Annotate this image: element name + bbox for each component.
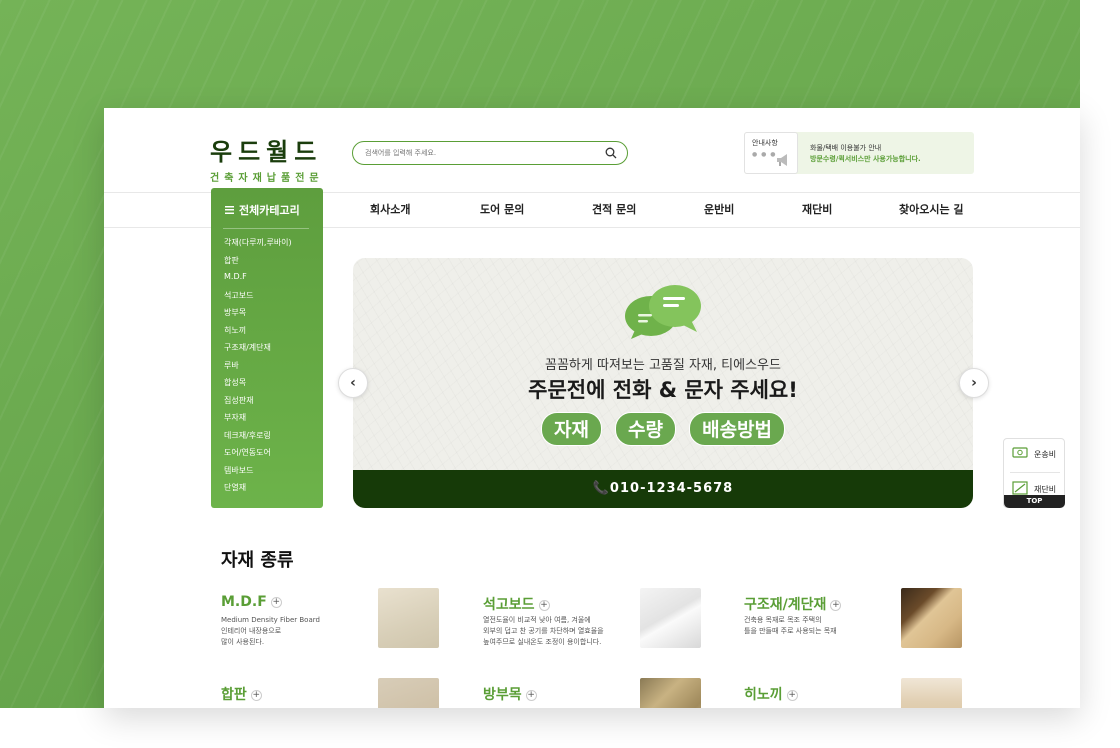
category-item[interactable]: 석고보드 xyxy=(224,290,292,308)
category-item[interactable]: 도어/연동도어 xyxy=(224,447,292,465)
notice-line-2: 방문수령/퀵서비스만 사용가능합니다. xyxy=(810,155,921,163)
material-desc: 열전도율이 비교적 낮아 여름, 겨울에 외부의 덥고 찬 공기를 차단하며 열… xyxy=(483,616,604,646)
material-title: 구조재/계단재 + xyxy=(744,594,842,614)
material-desc: Medium Density Fiber Board 인테리어 내장용으로 많이… xyxy=(221,616,320,646)
material-card-structural[interactable]: 구조재/계단재 + 건축용 목재로 목조 주택의 틀을 만들때 주로 사용되는 목… xyxy=(744,588,994,658)
material-card-treated-wood[interactable]: 방부목 + xyxy=(483,678,733,708)
logo[interactable]: 우드월드 건축자재납품전문 xyxy=(210,132,324,184)
material-title: 방부목 + xyxy=(483,684,537,704)
materials-section-title: 자재 종류 xyxy=(221,550,294,571)
notice-box-title: 안내사항 xyxy=(752,139,778,147)
category-item[interactable]: 집성판재 xyxy=(224,395,292,413)
category-item[interactable]: 루바 xyxy=(224,360,292,378)
quick-item-label: 운송비 xyxy=(1034,450,1057,459)
pill-material: 자재 xyxy=(540,412,602,446)
main-nav: 회사소개 도어 문의 견적 문의 운반비 재단비 찾아오시는 길 xyxy=(336,201,986,221)
search-input[interactable] xyxy=(365,145,595,161)
material-title: 히노끼 + xyxy=(744,684,798,704)
material-name: M.D.F xyxy=(221,594,267,610)
category-item[interactable]: 합판 xyxy=(224,255,292,273)
material-card-hinoki[interactable]: 히노끼 + xyxy=(744,678,994,708)
nav-item-cutting-fee[interactable]: 재단비 xyxy=(802,201,832,217)
bottom-margin xyxy=(0,708,1120,748)
notice-line-1: 화물/택배 이용불가 안내 xyxy=(810,144,882,152)
notice-box: 안내사항 ● ● ● xyxy=(744,132,798,174)
material-image xyxy=(378,588,439,648)
category-item[interactable]: 합성목 xyxy=(224,377,292,395)
search-icon[interactable] xyxy=(605,147,617,159)
material-image xyxy=(640,678,701,708)
logo-tagline: 건축자재납품전문 xyxy=(210,173,324,184)
menu-icon xyxy=(225,206,234,214)
money-icon xyxy=(1012,447,1028,458)
megaphone-icon xyxy=(777,154,787,166)
pill-delivery: 배송방법 xyxy=(689,412,786,446)
category-item[interactable]: 히노끼 xyxy=(224,325,292,343)
scroll-top-button[interactable]: TOP xyxy=(1004,495,1065,508)
category-sidebar: 전체카테고리 각재(다루끼,루바이) 합판 M.D.F 석고보드 방부목 히노끼… xyxy=(211,188,323,508)
plus-icon[interactable]: + xyxy=(250,690,262,701)
category-item[interactable]: 데크재/후로링 xyxy=(224,430,292,448)
material-image xyxy=(901,678,962,708)
category-divider xyxy=(223,228,309,229)
material-image xyxy=(640,588,701,648)
category-item[interactable]: 템바보드 xyxy=(224,465,292,483)
material-title: 석고보드 + xyxy=(483,594,550,614)
banner-prev-button[interactable]: ‹ xyxy=(338,368,368,398)
banner-subtitle: 꼼꼼하게 따져보는 고품질 자재, 티에스우드 xyxy=(545,358,781,373)
plus-icon[interactable]: + xyxy=(525,690,537,701)
chat-bubble-icon xyxy=(625,285,701,339)
category-item[interactable]: 각재(다루끼,루바이) xyxy=(224,237,292,255)
material-title: 합판 + xyxy=(221,684,262,704)
material-card-mdf[interactable]: M.D.F + Medium Density Fiber Board 인테리어 내… xyxy=(221,588,471,658)
quick-item-delivery-fee[interactable]: 운송비 xyxy=(1010,443,1062,465)
material-title: M.D.F + xyxy=(221,594,282,610)
category-list: 각재(다루끼,루바이) 합판 M.D.F 석고보드 방부목 히노끼 구조재/계단… xyxy=(224,237,292,500)
plus-icon[interactable]: + xyxy=(786,690,798,701)
category-title: 전체카테고리 xyxy=(239,204,300,217)
material-name: 방부목 xyxy=(483,687,522,703)
search-bar xyxy=(352,141,628,165)
page-frame: 우드월드 건축자재납품전문 안내사항 ● ● ● 화물/택배 이용불가 안내 방… xyxy=(104,108,1080,708)
banner-pills: 자재 수량 배송방법 xyxy=(353,412,973,446)
plus-icon[interactable]: + xyxy=(270,597,282,608)
category-item[interactable]: 방부목 xyxy=(224,307,292,325)
pill-quantity: 수량 xyxy=(615,412,676,446)
nav-item-delivery-fee[interactable]: 운반비 xyxy=(704,201,734,217)
plus-icon[interactable]: + xyxy=(538,600,550,611)
category-item[interactable]: 구조재/계단재 xyxy=(224,342,292,360)
nav-item-estimate-inquiry[interactable]: 견적 문의 xyxy=(592,201,636,217)
quick-divider xyxy=(1010,472,1060,473)
logo-name: 우드월드 xyxy=(210,138,323,166)
notice-dots: ● ● ● xyxy=(752,151,777,158)
material-image xyxy=(901,588,962,648)
nav-item-company[interactable]: 회사소개 xyxy=(370,201,410,217)
material-name: 합판 xyxy=(221,687,247,703)
material-name: 히노끼 xyxy=(744,687,783,703)
ruler-icon xyxy=(1012,481,1028,495)
material-card-gypsum[interactable]: 석고보드 + 열전도율이 비교적 낮아 여름, 겨울에 외부의 덥고 찬 공기를 … xyxy=(483,588,733,658)
category-item[interactable]: 단열재 xyxy=(224,482,292,500)
notice-banner[interactable]: 안내사항 ● ● ● 화물/택배 이용불가 안내 방문수령/퀵서비스만 사용가능… xyxy=(744,132,974,174)
quick-item-label: 재단비 xyxy=(1034,485,1057,494)
material-desc: 건축용 목재로 목조 주택의 틀을 만들때 주로 사용되는 목재 xyxy=(744,616,837,635)
material-name: 석고보드 xyxy=(483,597,535,613)
material-image xyxy=(378,678,439,708)
material-card-plywood[interactable]: 합판 + xyxy=(221,678,471,708)
material-name: 구조재/계단재 xyxy=(744,597,827,613)
nav-item-directions[interactable]: 찾아오시는 길 xyxy=(899,201,964,217)
category-item[interactable]: 부자재 xyxy=(224,412,292,430)
phone-bar[interactable]: 📞010-1234-5678 xyxy=(353,470,973,508)
nav-item-door-inquiry[interactable]: 도어 문의 xyxy=(480,201,524,217)
category-header[interactable]: 전체카테고리 xyxy=(211,188,323,228)
plus-icon[interactable]: + xyxy=(830,600,842,611)
banner-next-button[interactable]: › xyxy=(959,368,989,398)
hero-banner[interactable]: 꼼꼼하게 따져보는 고품질 자재, 티에스우드 주문전에 전화 & 문자 주세요… xyxy=(353,258,973,508)
banner-headline: 주문전에 전화 & 문자 주세요! xyxy=(528,378,798,402)
category-item[interactable]: M.D.F xyxy=(224,272,292,290)
